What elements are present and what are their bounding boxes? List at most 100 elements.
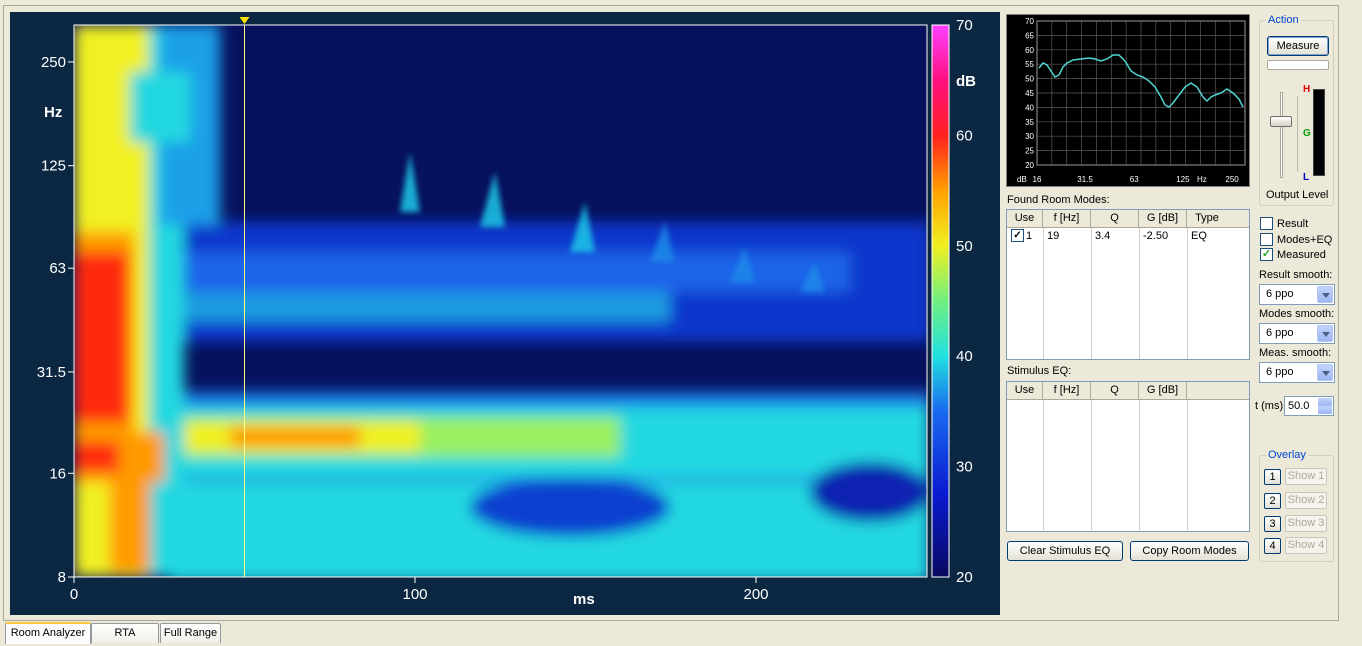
tab-full-range[interactable]: Full Range (160, 623, 221, 643)
room-modes-title: Found Room Modes: (1007, 194, 1110, 206)
y-tick-label: 250 (41, 54, 66, 71)
room-modes-table[interactable]: Use f [Hz] Q G [dB] Type ✓ 1 19 3.4 -2.5… (1006, 209, 1250, 360)
meas-smooth-value: 6 ppo (1266, 366, 1294, 378)
overlay-show-3-button[interactable]: Show 3 (1285, 515, 1327, 532)
stimulus-eq-table[interactable]: Use f [Hz] Q G [dB] (1006, 381, 1250, 532)
chevron-down-icon[interactable] (1317, 364, 1333, 381)
overlay-row-2: 2 Show 2 (1264, 492, 1327, 509)
table-row[interactable]: ✓ 1 19 3.4 -2.50 EQ (1007, 228, 1249, 243)
meas-smooth-select[interactable]: 6 ppo (1259, 362, 1335, 383)
overlay-show-2-button[interactable]: Show 2 (1285, 492, 1327, 509)
y-axis-unit: Hz (44, 104, 62, 121)
action-group-title: Action (1266, 14, 1301, 26)
modes-smooth-value: 6 ppo (1266, 327, 1294, 339)
x-tick-label: 200 (743, 586, 768, 603)
mini-y-tick-label: 50 (1025, 75, 1034, 84)
output-level-slider-thumb[interactable] (1270, 116, 1292, 127)
mode-index: 1 (1026, 229, 1033, 242)
column-header[interactable]: Type (1187, 210, 1227, 227)
time-label: t (ms) (1255, 400, 1284, 412)
column-header[interactable]: Q (1091, 382, 1139, 399)
column-header[interactable]: Use (1007, 382, 1043, 399)
colorbar-unit: dB (956, 73, 976, 90)
progress-bar (1267, 60, 1329, 70)
result-smooth-value: 6 ppo (1266, 288, 1294, 300)
modes-eq-checkbox-box[interactable] (1260, 233, 1273, 246)
mini-x-tick-label: 125 (1176, 175, 1190, 184)
overlay-store-2-button[interactable]: 2 (1264, 492, 1281, 509)
colorbar-tick-label: 40 (956, 348, 973, 365)
column-header[interactable]: Q (1091, 210, 1139, 227)
mini-x-tick-label: 31.5 (1077, 175, 1093, 184)
frequency-response-svg: 70 65 60 55 50 45 40 35 30 25 20 16 31.5 63 125 250 dB… (1007, 15, 1249, 186)
chevron-down-icon[interactable] (1317, 286, 1333, 303)
mini-y-unit: dB (1017, 175, 1027, 184)
colorbar-axis: 70 60 50 40 30 20 (956, 17, 973, 586)
measured-checkbox[interactable]: ✓ Measured (1260, 248, 1326, 261)
use-checkbox[interactable]: ✓ (1011, 229, 1024, 242)
column-header[interactable]: Use (1007, 210, 1043, 227)
time-spinner[interactable]: 50.0 (1284, 396, 1334, 416)
colorbar (931, 24, 950, 578)
time-cursor-marker[interactable] (239, 17, 250, 24)
mini-y-tick-label: 30 (1025, 132, 1034, 141)
time-value[interactable]: 50.0 (1288, 400, 1309, 412)
colorbar-tick-label: 50 (956, 238, 973, 255)
colorbar-tick-label: 20 (956, 569, 973, 586)
y-tick-label: 31.5 (37, 364, 66, 381)
mini-y-tick-label: 20 (1025, 161, 1034, 170)
column-header[interactable]: f [Hz] (1043, 210, 1091, 227)
mini-y-tick-label: 55 (1025, 60, 1034, 69)
output-level-meter (1313, 89, 1325, 176)
waterfall-panel: 250 125 63 31.5 16 8 Hz 0 100 200 ms 70 60 50 40 30… (10, 12, 1000, 615)
overlay-show-1-button[interactable]: Show 1 (1285, 468, 1327, 485)
measure-button[interactable]: Measure (1267, 36, 1329, 56)
column-header[interactable]: G [dB] (1139, 382, 1187, 399)
tab-rta[interactable]: RTA (91, 623, 159, 643)
mini-x-unit: Hz (1197, 175, 1207, 184)
result-checkbox-box[interactable] (1260, 217, 1273, 230)
mini-y-tick-label: 70 (1025, 17, 1034, 26)
measured-checkbox-label: Measured (1277, 248, 1326, 261)
overlay-row-1: 1 Show 1 (1264, 468, 1327, 485)
room-modes-header: Use f [Hz] Q G [dB] Type (1007, 210, 1249, 228)
result-checkbox[interactable]: Result (1260, 217, 1308, 230)
overlay-store-1-button[interactable]: 1 (1264, 468, 1281, 485)
measured-checkbox-box[interactable]: ✓ (1260, 248, 1273, 261)
x-tick-label: 0 (70, 586, 78, 603)
output-level-track[interactable] (1280, 92, 1283, 178)
overlay-store-3-button[interactable]: 3 (1264, 515, 1281, 532)
overlay-store-4-button[interactable]: 4 (1264, 537, 1281, 554)
mini-y-tick-label: 65 (1025, 31, 1034, 40)
y-tick-label: 125 (41, 158, 66, 175)
overlay-show-4-button[interactable]: Show 4 (1285, 537, 1327, 554)
meas-smooth-label: Meas. smooth: (1259, 347, 1332, 359)
x-tick-label: 100 (402, 586, 427, 603)
chevron-down-icon[interactable] (1317, 325, 1333, 342)
meter-label-g: G (1303, 128, 1311, 139)
y-tick-label: 16 (49, 465, 66, 482)
output-level-label: Output Level (1266, 189, 1329, 201)
mini-y-tick-label: 60 (1025, 46, 1034, 55)
modes-eq-checkbox[interactable]: Modes+EQ (1260, 233, 1332, 246)
room-analyzer-window: 250 125 63 31.5 16 8 Hz 0 100 200 ms 70 60 50 40 30… (0, 0, 1362, 646)
mode-q: 3.4 (1095, 229, 1111, 242)
stimulus-eq-header: Use f [Hz] Q G [dB] (1007, 382, 1249, 400)
column-header[interactable]: f [Hz] (1043, 382, 1091, 399)
spin-up-icon[interactable] (1318, 398, 1332, 406)
meter-label-l: L (1303, 172, 1310, 183)
modes-smooth-select[interactable]: 6 ppo (1259, 323, 1335, 344)
mini-y-tick-label: 45 (1025, 89, 1034, 98)
column-header[interactable]: G [dB] (1139, 210, 1187, 227)
copy-room-modes-button[interactable]: Copy Room Modes (1130, 541, 1249, 561)
mini-y-tick-label: 40 (1025, 103, 1034, 112)
tab-room-analyzer[interactable]: Room Analyzer (5, 622, 91, 644)
overlay-row-3: 3 Show 3 (1264, 515, 1327, 532)
clear-stimulus-eq-button[interactable]: Clear Stimulus EQ (1007, 541, 1123, 561)
mini-y-tick-label: 35 (1025, 118, 1034, 127)
x-axis-unit: ms (573, 591, 595, 608)
result-smooth-select[interactable]: 6 ppo (1259, 284, 1335, 305)
spin-down-icon[interactable] (1318, 406, 1332, 414)
waterfall-plot[interactable]: 250 125 63 31.5 16 8 Hz 0 100 200 ms 70 60 50 40 30… (10, 12, 1000, 615)
frequency-response-plot: 70 65 60 55 50 45 40 35 30 25 20 16 31.5 63 125 250 dB… (1006, 14, 1250, 187)
